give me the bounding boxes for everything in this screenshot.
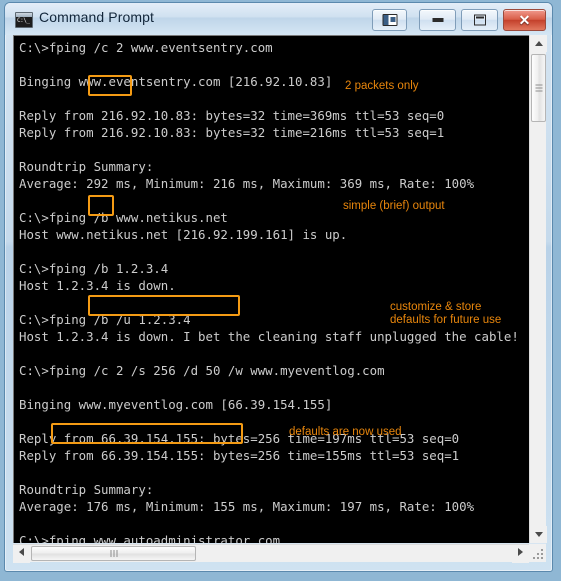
window-controls: ✕ bbox=[372, 9, 546, 31]
console-line: Reply from 216.92.10.83: bytes=32 time=2… bbox=[19, 125, 445, 140]
console-line: Host 1.2.3.4 is down. I bet the cleaning… bbox=[19, 329, 519, 344]
console-line: C:\>fping www.autoadministrator.com bbox=[19, 533, 281, 543]
scroll-left-button[interactable] bbox=[13, 545, 30, 563]
close-button[interactable]: ✕ bbox=[503, 9, 546, 31]
console-line: Reply from 216.92.10.83: bytes=32 time=3… bbox=[19, 108, 445, 123]
horizontal-scrollbar[interactable] bbox=[13, 544, 529, 563]
console-line: Average: 176 ms, Minimum: 155 ms, Maximu… bbox=[19, 499, 475, 514]
console-line: Binging www.myeventlog.com [66.39.154.15… bbox=[19, 397, 333, 412]
annotation-text: simple (brief) output bbox=[343, 200, 445, 212]
annotation-text: 2 packets only bbox=[345, 80, 419, 92]
grip-icon bbox=[535, 83, 542, 94]
minimize-icon bbox=[432, 18, 443, 22]
client-area: C:\>fping /c 2 www.eventsentry.com Bingi… bbox=[13, 35, 547, 563]
console-line: Host www.netikus.net [216.92.199.161] is… bbox=[19, 227, 348, 242]
console-line: Reply from 66.39.154.155: bytes=256 time… bbox=[19, 448, 460, 463]
chevron-left-icon bbox=[19, 548, 24, 556]
annotation-text: customize & store bbox=[390, 301, 482, 313]
console-line: Roundtrip Summary: bbox=[19, 482, 154, 497]
resize-grip[interactable] bbox=[529, 544, 546, 562]
console-line: Reply from 66.39.154.155: bytes=256 time… bbox=[19, 431, 460, 446]
scroll-down-button[interactable] bbox=[530, 526, 547, 543]
minimize-button[interactable] bbox=[419, 9, 456, 31]
maximize-icon bbox=[473, 14, 486, 26]
close-icon: ✕ bbox=[518, 12, 531, 28]
console-line: Average: 292 ms, Minimum: 216 ms, Maximu… bbox=[19, 176, 475, 191]
chevron-down-icon bbox=[534, 532, 543, 537]
layout-icon bbox=[382, 14, 397, 26]
console-line: C:\>fping /b 1.2.3.4 bbox=[19, 261, 169, 276]
scroll-up-button[interactable] bbox=[530, 35, 547, 52]
console-line: Binging www.eventsentry.com [216.92.10.8… bbox=[19, 74, 333, 89]
maximize-button[interactable] bbox=[461, 9, 498, 31]
window-title: Command Prompt bbox=[39, 9, 154, 25]
console-icon: C:\_ bbox=[15, 12, 33, 28]
grip-icon bbox=[109, 545, 118, 563]
annotation-text: defaults are now used bbox=[289, 426, 402, 438]
chevron-up-icon bbox=[534, 41, 543, 46]
console-line: C:\>fping /c 2 www.eventsentry.com bbox=[19, 40, 273, 55]
console-output-area[interactable]: C:\>fping /c 2 www.eventsentry.com Bingi… bbox=[13, 35, 529, 543]
annotation-text: defaults for future use bbox=[390, 314, 502, 326]
scroll-right-button[interactable] bbox=[512, 545, 529, 563]
chevron-right-icon bbox=[518, 548, 523, 556]
horizontal-scrollbar-thumb[interactable] bbox=[31, 546, 196, 561]
console-line: Host 1.2.3.4 is down. bbox=[19, 278, 176, 293]
command-prompt-window: C:\_ Command Prompt ✕ C:\>fping /c 2 www… bbox=[4, 2, 553, 572]
console-line: C:\>fping /c 2 /s 256 /d 50 /w www.myeve… bbox=[19, 363, 385, 378]
titlebar[interactable]: C:\_ Command Prompt ✕ bbox=[5, 3, 552, 35]
restore-layout-button[interactable] bbox=[372, 9, 407, 31]
vertical-scrollbar-thumb[interactable] bbox=[531, 54, 546, 122]
vertical-scrollbar[interactable] bbox=[529, 35, 547, 543]
console-line: Roundtrip Summary: bbox=[19, 159, 154, 174]
console-text: C:\>fping /c 2 www.eventsentry.com Bingi… bbox=[19, 39, 519, 543]
